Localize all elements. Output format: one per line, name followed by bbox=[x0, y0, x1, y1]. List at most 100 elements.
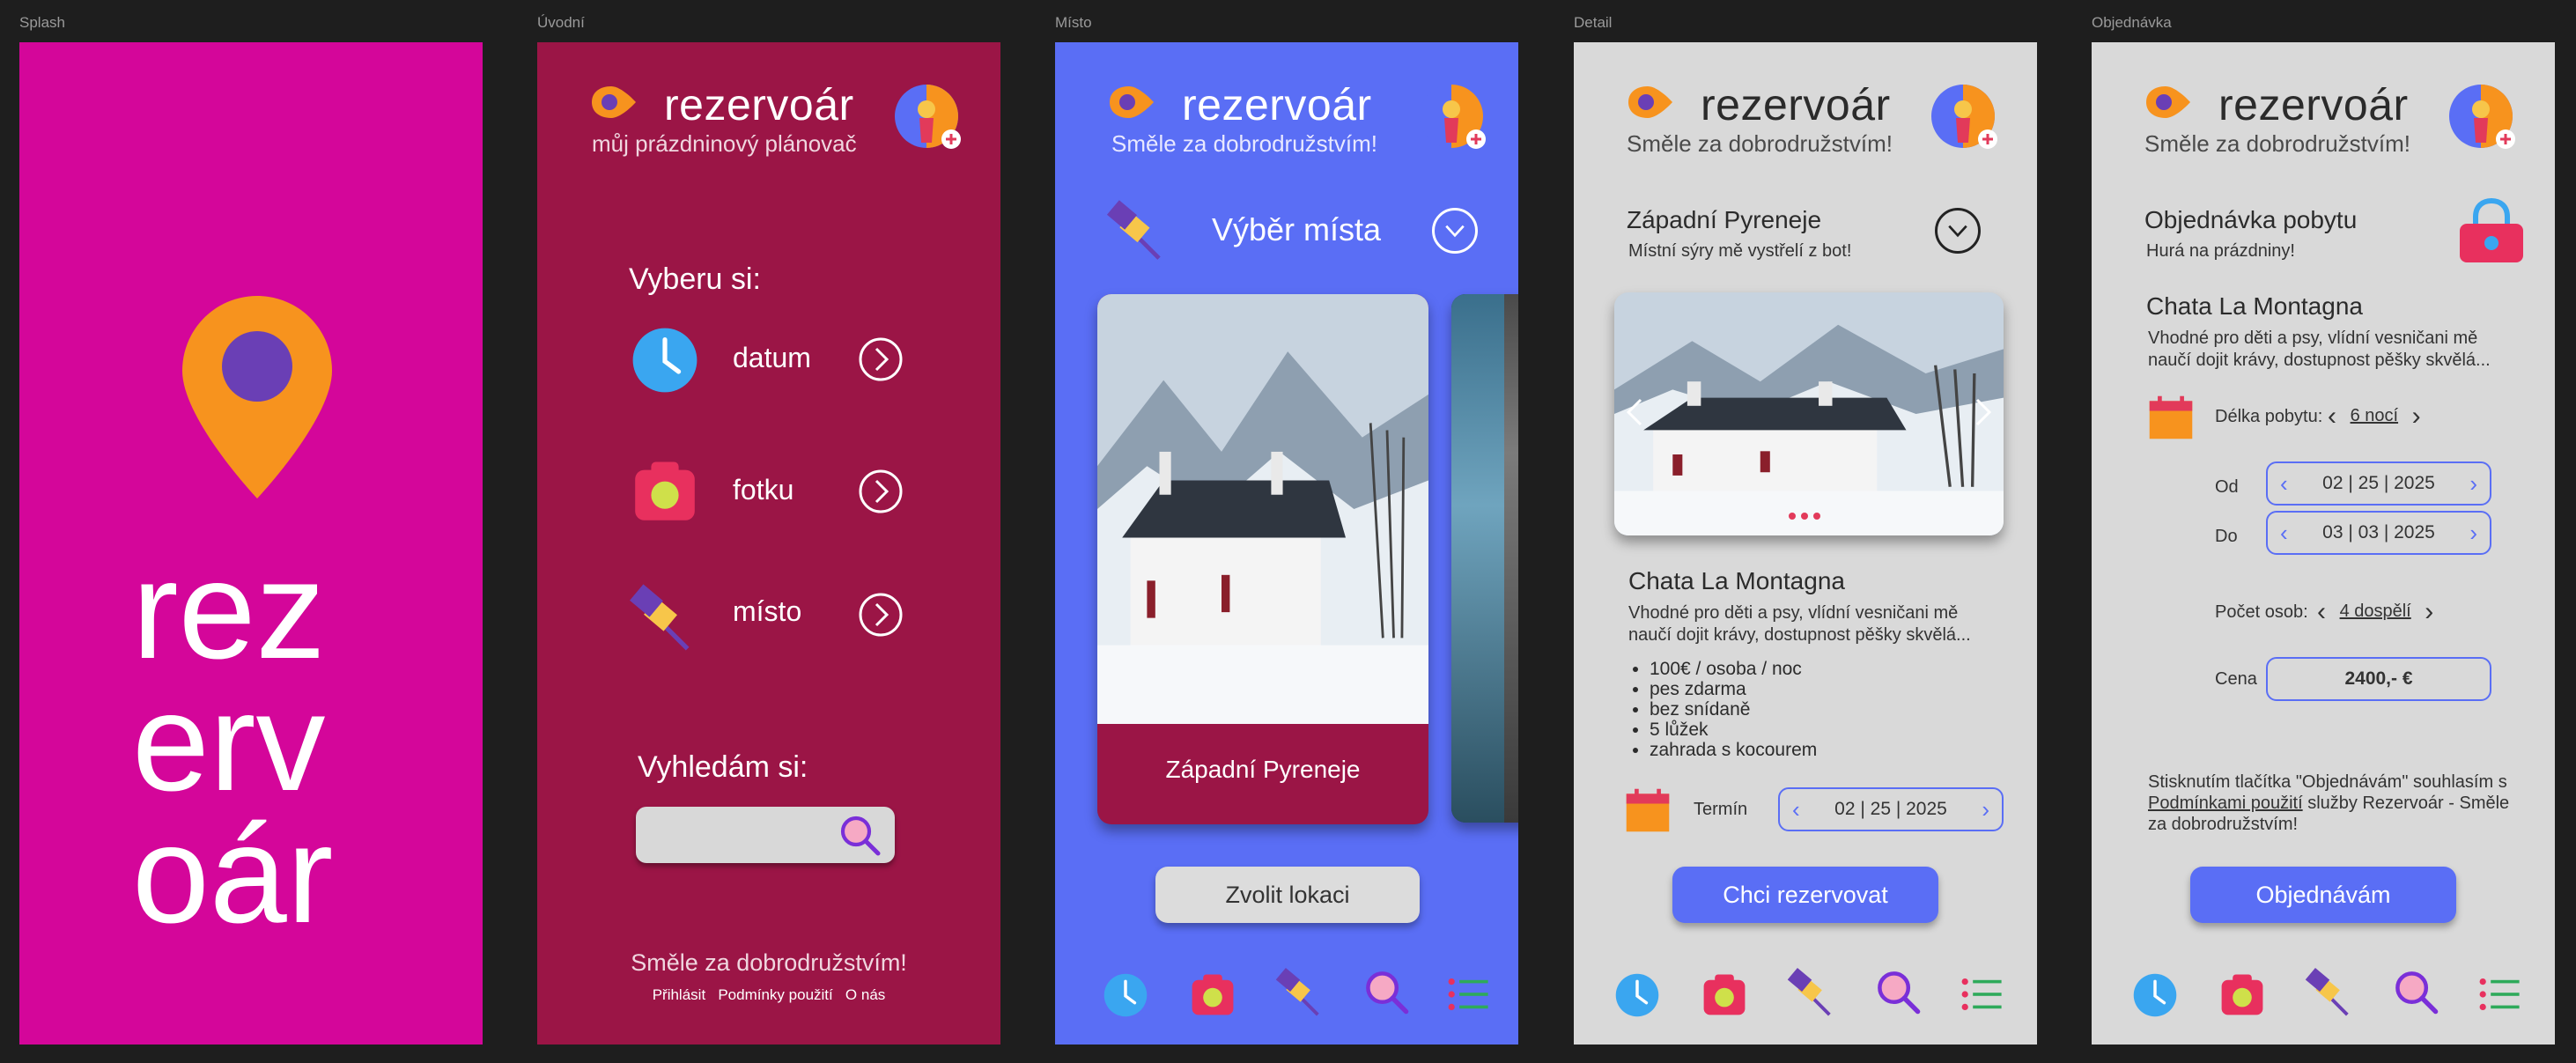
terms-link[interactable]: Podmínky použití bbox=[718, 986, 832, 1003]
from-date-value: 02 | 25 | 2025 bbox=[2322, 473, 2435, 493]
splash-logo-line-1: rez bbox=[132, 533, 326, 688]
pushpin-icon[interactable] bbox=[1787, 967, 1838, 1018]
to-date-field[interactable]: ‹ 03 | 03 | 2025 › bbox=[2266, 511, 2491, 555]
feature-item: zahrada s kocourem bbox=[1650, 740, 1817, 760]
chevron-right-icon[interactable]: › bbox=[2412, 402, 2421, 431]
carousel-next-card[interactable] bbox=[1451, 294, 1518, 823]
arrow-right-circle-icon[interactable] bbox=[858, 336, 904, 382]
list-icon[interactable] bbox=[1958, 971, 2007, 1018]
detail-screen: rezervoár Směle za dobrodružstvím! Západ… bbox=[1574, 42, 2037, 1045]
clock-icon[interactable] bbox=[2132, 972, 2178, 1018]
term-date-field[interactable]: ‹ 02 | 25 | 2025 › bbox=[1778, 787, 2004, 831]
from-date-field[interactable]: ‹ 02 | 25 | 2025 › bbox=[2266, 461, 2491, 506]
logo-icon bbox=[588, 85, 638, 120]
search-heading: Vyhledám si: bbox=[638, 750, 808, 784]
login-link[interactable]: Přihlásit bbox=[653, 986, 705, 1003]
persons-label: Počet osob: bbox=[2215, 602, 2308, 622]
terms-link[interactable]: Podmínkami použití bbox=[2148, 794, 2303, 813]
clock-icon[interactable] bbox=[1103, 972, 1148, 1018]
magnifier-icon[interactable] bbox=[2393, 969, 2440, 1016]
logo-icon bbox=[1106, 85, 1155, 120]
term-date-value: 02 | 25 | 2025 bbox=[1834, 799, 1947, 819]
footer-slogan: Směle za dobrodružstvím! bbox=[631, 949, 907, 976]
chevron-left-icon[interactable]: ‹ bbox=[1792, 789, 1800, 830]
arrow-right-circle-icon[interactable] bbox=[858, 592, 904, 638]
length-label: Délka pobytu: bbox=[2215, 407, 2323, 426]
location-photo bbox=[1097, 294, 1428, 724]
tagline: Směle za dobrodružstvím! bbox=[2144, 130, 2411, 157]
clock-icon[interactable] bbox=[1614, 972, 1660, 1018]
chevron-left-icon[interactable]: ‹ bbox=[2280, 463, 2288, 504]
magnifier-icon[interactable] bbox=[1875, 969, 1923, 1016]
book-button[interactable]: Chci rezervovat bbox=[1672, 867, 1938, 923]
order-button[interactable]: Objednávám bbox=[2190, 867, 2456, 923]
option-label-misto: místo bbox=[733, 595, 802, 627]
tagline: můj prázdninový plánovač bbox=[592, 130, 857, 157]
chevron-down-icon[interactable] bbox=[1432, 208, 1478, 254]
brand-name: rezervoár bbox=[1701, 80, 1891, 129]
logo-icon bbox=[1625, 85, 1674, 120]
avatar-icon[interactable] bbox=[893, 83, 962, 151]
calendar-icon bbox=[1623, 786, 1672, 835]
chevron-right-icon[interactable]: › bbox=[1982, 789, 1989, 830]
feature-item: bez snídaně bbox=[1650, 699, 1817, 720]
tagline: Směle za dobrodružstvím! bbox=[1111, 130, 1378, 157]
term-label: Termín bbox=[1694, 800, 1748, 819]
location-subtitle: Místní sýry mě vystřelí z bot! bbox=[1628, 241, 1852, 261]
chevron-left-icon[interactable]: ‹ bbox=[2317, 597, 2326, 626]
camera-icon[interactable] bbox=[1189, 971, 1236, 1018]
option-label-datum: datum bbox=[733, 342, 811, 373]
terms-consent: Stisknutím tlačítka "Objednávám" souhlas… bbox=[2148, 771, 2527, 835]
list-icon[interactable] bbox=[2476, 971, 2525, 1018]
avatar-icon[interactable] bbox=[2447, 83, 2516, 151]
length-value: 6 nocí bbox=[2350, 406, 2399, 426]
persons-value: 4 dospělí bbox=[2339, 602, 2411, 622]
order-title: Objednávka pobytu bbox=[2144, 206, 2358, 233]
persons-stepper[interactable]: ‹ 4 dospělí › bbox=[2317, 597, 2433, 627]
pushpin-icon bbox=[629, 583, 699, 653]
chevron-right-icon[interactable] bbox=[1972, 396, 1995, 428]
location-card[interactable]: Západní Pyreneje bbox=[1097, 294, 1428, 824]
carousel-dots-icon bbox=[1789, 513, 1820, 520]
select-location-button[interactable]: Zvolit lokaci bbox=[1155, 867, 1420, 923]
splash-logo-text: rez erv oár bbox=[132, 533, 333, 944]
frame-label-objednavka: Objednávka bbox=[2092, 14, 2172, 31]
feature-item: pes zdarma bbox=[1650, 679, 1817, 699]
arrow-right-circle-icon[interactable] bbox=[858, 469, 904, 514]
uvodni-screen: rezervoár můj prázdninový plánovač Vyber… bbox=[537, 42, 1000, 1045]
price-label: Cena bbox=[2215, 669, 2257, 689]
calendar-icon bbox=[2146, 393, 2196, 442]
chevron-right-icon[interactable]: › bbox=[2469, 513, 2477, 553]
frame-label-detail: Detail bbox=[1574, 14, 1613, 31]
to-label: Do bbox=[2215, 527, 2238, 546]
list-icon[interactable] bbox=[1444, 971, 1494, 1018]
chevron-left-icon[interactable]: ‹ bbox=[2328, 402, 2336, 431]
photo-carousel[interactable] bbox=[1614, 292, 2004, 535]
length-stepper[interactable]: ‹ 6 nocí › bbox=[2328, 402, 2421, 432]
avatar-icon[interactable] bbox=[1418, 83, 1487, 151]
search-icon[interactable] bbox=[838, 814, 882, 858]
chevron-right-icon[interactable]: › bbox=[2425, 597, 2433, 626]
search-input[interactable] bbox=[636, 807, 895, 863]
chevron-left-icon[interactable] bbox=[1623, 396, 1646, 428]
chevron-right-icon[interactable]: › bbox=[2469, 463, 2477, 504]
splash-screen: rez erv oár bbox=[19, 42, 483, 1045]
pushpin-icon[interactable] bbox=[1275, 967, 1326, 1018]
chevron-left-icon[interactable]: ‹ bbox=[2280, 513, 2288, 553]
camera-icon[interactable] bbox=[1701, 971, 1748, 1018]
cottage-photo bbox=[1614, 292, 2004, 535]
camera-icon[interactable] bbox=[2218, 971, 2266, 1018]
footer-links: Přihlásit Podmínky použití O nás bbox=[537, 986, 1000, 1004]
about-link[interactable]: O nás bbox=[845, 986, 885, 1003]
cottage-name: Chata La Montagna bbox=[1628, 567, 1845, 594]
magnifier-icon[interactable] bbox=[1363, 969, 1411, 1016]
logo-icon bbox=[2143, 85, 2192, 120]
lock-icon bbox=[2460, 197, 2523, 262]
pushpin-icon[interactable] bbox=[2305, 967, 2356, 1018]
avatar-icon[interactable] bbox=[1930, 83, 1998, 151]
order-subtitle: Hurá na prázdniny! bbox=[2146, 241, 2295, 261]
chevron-down-icon[interactable] bbox=[1935, 208, 1981, 254]
from-label: Od bbox=[2215, 477, 2239, 497]
feature-item: 100€ / osoba / noc bbox=[1650, 659, 1817, 679]
cottage-name: Chata La Montagna bbox=[2146, 292, 2363, 320]
